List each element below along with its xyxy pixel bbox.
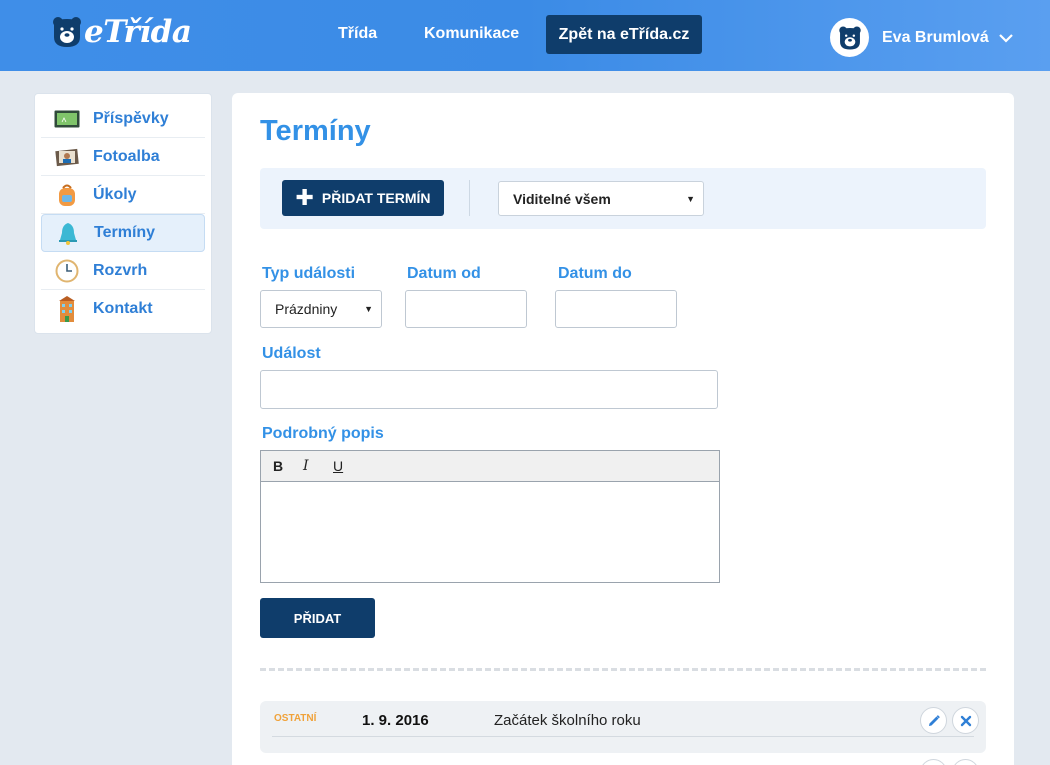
edit-button[interactable] — [920, 759, 947, 765]
user-menu[interactable]: Eva Brumlová — [830, 18, 1013, 57]
italic-button[interactable]: I — [301, 458, 331, 474]
event-type-value: Prázdniny — [275, 301, 338, 317]
underline-button[interactable]: U — [331, 458, 361, 474]
description-editor: B I U — [260, 450, 720, 583]
toolbar-divider — [469, 180, 470, 216]
submit-button[interactable]: PŘIDAT — [260, 598, 375, 638]
user-name: Eva Brumlová — [882, 28, 989, 46]
edit-button[interactable] — [920, 707, 947, 734]
sidebar: Příspěvky Fotoalba Úkoly Termíny Rozvrh … — [34, 93, 212, 334]
sidebar-item-prispevky[interactable]: Příspěvky — [41, 100, 205, 138]
event-input[interactable] — [260, 370, 718, 409]
event-type-select[interactable]: Prázdniny ▼ — [260, 290, 382, 328]
visibility-value: Viditelné všem — [513, 190, 611, 207]
sidebar-item-label: Příspěvky — [93, 109, 169, 127]
logo-text: eTřída — [84, 14, 192, 50]
page-title: Termíny — [260, 115, 371, 147]
sidebar-item-kontakt[interactable]: Kontakt — [41, 290, 205, 328]
main-panel: Termíny ✚ PŘIDAT TERMÍN Viditelné všem ▼… — [232, 93, 1014, 765]
sidebar-item-label: Termíny — [94, 224, 156, 241]
close-icon — [960, 715, 971, 726]
sidebar-item-label: Úkoly — [93, 185, 137, 203]
event-label: Událost — [262, 345, 321, 362]
editor-toolbar: B I U — [261, 451, 719, 482]
dropdown-arrow-icon: ▼ — [686, 194, 695, 204]
event-category: OSTATNÍ — [274, 713, 317, 724]
date-to-label: Datum do — [558, 265, 632, 282]
sidebar-item-terminy[interactable]: Termíny — [41, 214, 205, 252]
clock-icon — [53, 259, 81, 283]
sidebar-item-fotoalba[interactable]: Fotoalba — [41, 138, 205, 176]
sidebar-item-label: Fotoalba — [93, 147, 160, 165]
etrida-logo[interactable]: eTřída — [52, 14, 192, 50]
delete-button[interactable] — [952, 759, 979, 765]
editor-textarea[interactable] — [261, 482, 719, 582]
avatar — [830, 18, 869, 57]
add-term-label: PŘIDAT TERMÍN — [321, 190, 431, 206]
section-divider — [260, 668, 986, 671]
date-from-input[interactable] — [405, 290, 527, 328]
delete-button[interactable] — [952, 707, 979, 734]
event-row-content: OSTATNÍ 1. 9. 2016 Začátek školního roku — [272, 701, 979, 737]
bell-icon — [54, 221, 82, 245]
sidebar-item-label: Kontakt — [93, 300, 153, 317]
date-to-input[interactable] — [555, 290, 677, 328]
back-to-etrida-button[interactable]: Zpět na eTřída.cz — [546, 15, 702, 54]
photo-album-icon — [53, 145, 81, 169]
list-item — [260, 759, 986, 765]
add-term-button[interactable]: ✚ PŘIDAT TERMÍN — [282, 180, 444, 216]
type-label: Typ události — [262, 265, 356, 282]
nav-komunikace[interactable]: Komunikace — [424, 25, 519, 43]
event-date: 1. 9. 2016 — [362, 712, 429, 729]
board-icon — [53, 107, 81, 131]
nav-trida[interactable]: Třída — [338, 25, 377, 43]
event-title: Začátek školního roku — [494, 712, 641, 729]
pencil-icon — [928, 714, 940, 726]
list-item: OSTATNÍ 1. 9. 2016 Začátek školního roku — [260, 701, 986, 753]
chevron-down-icon[interactable] — [998, 33, 1013, 43]
terms-toolbar: ✚ PŘIDAT TERMÍN Viditelné všem ▼ — [260, 168, 986, 229]
visibility-select[interactable]: Viditelné všem ▼ — [498, 181, 704, 216]
backpack-icon — [53, 183, 81, 207]
plus-icon: ✚ — [295, 185, 314, 210]
bear-avatar-icon — [838, 26, 861, 49]
sidebar-item-rozvrh[interactable]: Rozvrh — [41, 252, 205, 290]
bold-button[interactable]: B — [271, 458, 301, 474]
bear-logo-icon — [53, 17, 81, 47]
dropdown-arrow-icon: ▼ — [364, 304, 373, 314]
building-icon — [53, 296, 81, 322]
description-label: Podrobný popis — [262, 425, 384, 442]
top-header: eTřída Třída Komunikace Zpět na eTřída.c… — [0, 0, 1050, 71]
date-from-label: Datum od — [407, 265, 481, 282]
sidebar-item-ukoly[interactable]: Úkoly — [41, 176, 205, 214]
sidebar-item-label: Rozvrh — [93, 261, 148, 279]
